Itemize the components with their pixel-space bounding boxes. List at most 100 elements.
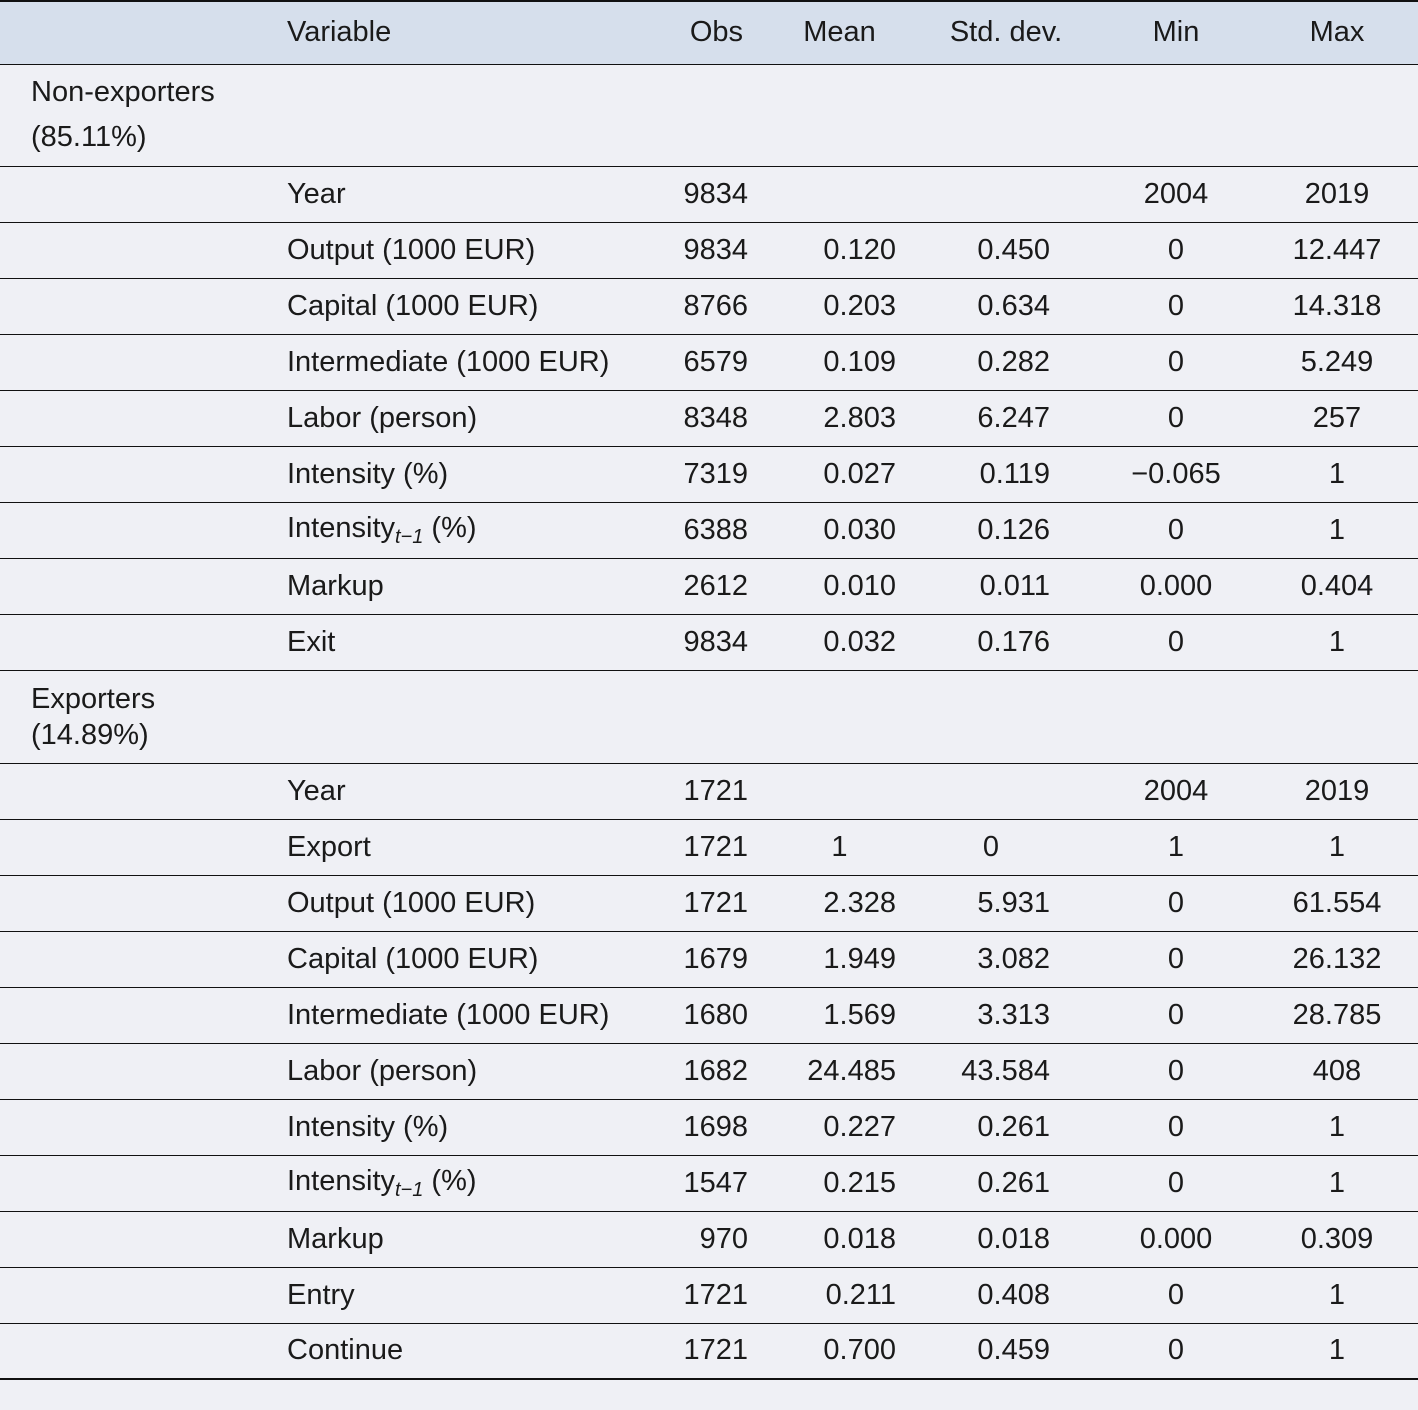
- min-cell: 0: [1096, 334, 1256, 391]
- variable-name: Capital (1000 EUR): [287, 289, 539, 322]
- variable-name: Labor (person): [287, 401, 478, 434]
- sd-cell: 0.282: [916, 334, 1096, 391]
- variable-name: Output (1000 EUR): [287, 233, 536, 266]
- group-spacer-cell: [0, 1099, 255, 1156]
- mean-cell: 0.027: [763, 446, 916, 503]
- obs-cell: 1547: [653, 1155, 763, 1212]
- table-row: Output (1000 EUR) 1721 2.328 5.931 0 61.554: [0, 875, 1418, 932]
- variable-name: Intensity (%): [287, 1110, 449, 1143]
- mean-cell: 0.215: [763, 1155, 916, 1212]
- mean-cell: 0.700: [763, 1323, 916, 1380]
- variable-cell: Markup: [255, 558, 653, 615]
- group-label-share: (14.89%): [31, 718, 149, 751]
- table-header-row: Variable Obs Mean Std. dev. Min Max: [0, 0, 1418, 65]
- group-spacer-cell: [0, 278, 255, 335]
- group-label-name: Exporters: [31, 682, 156, 715]
- table-row: Intensityt−1 (%) 1547 0.215 0.261 0 1: [0, 1155, 1418, 1212]
- variable-subscript: t−1: [395, 1178, 424, 1201]
- obs-cell: 1721: [653, 819, 763, 876]
- variable-cell: Markup: [255, 1211, 653, 1268]
- group-spacer-cell: [0, 166, 255, 223]
- min-cell: 0: [1096, 1323, 1256, 1380]
- mean-cell: 0.030: [763, 502, 916, 559]
- sd-cell: 43.584: [916, 1043, 1096, 1100]
- table-row: Export 1721 1 0 1 1: [0, 819, 1418, 876]
- variable-subscript: t−1: [395, 525, 424, 548]
- obs-cell: 1721: [653, 1267, 763, 1324]
- group-spacer-cell: [0, 446, 255, 503]
- table-row: Intermediate (1000 EUR) 1680 1.569 3.313 0 28…: [0, 987, 1418, 1044]
- obs-cell: 1721: [653, 875, 763, 932]
- mean-cell: 1.949: [763, 931, 916, 988]
- max-cell: 1: [1256, 1323, 1418, 1380]
- mean-cell: 0.211: [763, 1267, 916, 1324]
- variable-name: Intensity (%): [287, 457, 449, 490]
- max-cell: 1: [1256, 819, 1418, 876]
- sd-cell: 0.408: [916, 1267, 1096, 1324]
- sd-cell: 5.931: [916, 875, 1096, 932]
- variable-name: Intermediate (1000 EUR): [287, 998, 610, 1031]
- table-row: Intermediate (1000 EUR) 6579 0.109 0.282 0 5.…: [0, 334, 1418, 391]
- mean-cell: 0.227: [763, 1099, 916, 1156]
- max-cell: 1: [1256, 1099, 1418, 1156]
- group-spacer-cell: [0, 931, 255, 988]
- summary-statistics-table: Variable Obs Mean Std. dev. Min Max Non-…: [0, 0, 1418, 1380]
- variable-cell: Exit: [255, 614, 653, 671]
- table-row: Exit 9834 0.032 0.176 0 1: [0, 614, 1418, 671]
- variable-name: Labor (person): [287, 1054, 478, 1087]
- table-row: Capital (1000 EUR) 8766 0.203 0.634 0 14.318: [0, 278, 1418, 335]
- obs-cell: 1721: [653, 763, 763, 820]
- obs-cell: 1679: [653, 931, 763, 988]
- obs-cell: 1698: [653, 1099, 763, 1156]
- group-spacer-cell: [0, 390, 255, 447]
- table-row: Markup 2612 0.010 0.011 0.000 0.404: [0, 558, 1418, 615]
- mean-cell: 2.803: [763, 390, 916, 447]
- group-spacer-cell: [0, 987, 255, 1044]
- obs-cell: 2612: [653, 558, 763, 615]
- sd-cell: [916, 166, 1096, 223]
- max-cell: 28.785: [1256, 987, 1418, 1044]
- sd-cell: 0.261: [916, 1155, 1096, 1212]
- mean-cell: 0.032: [763, 614, 916, 671]
- table-row: Intensity (%) 1698 0.227 0.261 0 1: [0, 1099, 1418, 1156]
- min-cell: 0.000: [1096, 1211, 1256, 1268]
- min-cell: 0: [1096, 278, 1256, 335]
- table-row: Intensityt−1 (%) 6388 0.030 0.126 0 1: [0, 502, 1418, 559]
- sd-cell: 0.126: [916, 502, 1096, 559]
- variable-cell: Intensity (%): [255, 1099, 653, 1156]
- max-column-header: Max: [1256, 0, 1418, 65]
- max-cell: 2019: [1256, 166, 1418, 223]
- max-cell: 2019: [1256, 763, 1418, 820]
- variable-cell: Intermediate (1000 EUR): [255, 987, 653, 1044]
- obs-cell: 970: [653, 1211, 763, 1268]
- group-spacer-cell: [0, 502, 255, 559]
- variable-name: Markup: [287, 1222, 384, 1255]
- max-cell: 0.404: [1256, 558, 1418, 615]
- group-spacer-cell: [0, 558, 255, 615]
- variable-name: Entry: [287, 1278, 355, 1311]
- sd-cell: 0.459: [916, 1323, 1096, 1380]
- sd-column-header: Std. dev.: [916, 0, 1096, 65]
- variable-cell: Output (1000 EUR): [255, 875, 653, 932]
- mean-cell: 24.485: [763, 1043, 916, 1100]
- sd-cell: 3.313: [916, 987, 1096, 1044]
- variable-name: Year: [287, 774, 346, 807]
- variable-name: Output (1000 EUR): [287, 886, 536, 919]
- sd-cell: 3.082: [916, 931, 1096, 988]
- table-row: Markup 970 0.018 0.018 0.000 0.309: [0, 1211, 1418, 1268]
- group-label: Non-exporters (85.11%): [0, 64, 1418, 167]
- min-cell: 0.000: [1096, 558, 1256, 615]
- obs-cell: 1680: [653, 987, 763, 1044]
- group-spacer-cell: [0, 1155, 255, 1212]
- min-cell: 0: [1096, 931, 1256, 988]
- variable-cell: Capital (1000 EUR): [255, 278, 653, 335]
- mean-cell: 2.328: [763, 875, 916, 932]
- variable-suffix: (%): [423, 511, 477, 544]
- group-spacer-cell: [0, 1267, 255, 1324]
- max-cell: 1: [1256, 1267, 1418, 1324]
- min-cell: 1: [1096, 819, 1256, 876]
- mean-cell: [763, 166, 916, 223]
- variable-cell: Capital (1000 EUR): [255, 931, 653, 988]
- variable-cell: Intensity (%): [255, 446, 653, 503]
- sd-cell: 0.634: [916, 278, 1096, 335]
